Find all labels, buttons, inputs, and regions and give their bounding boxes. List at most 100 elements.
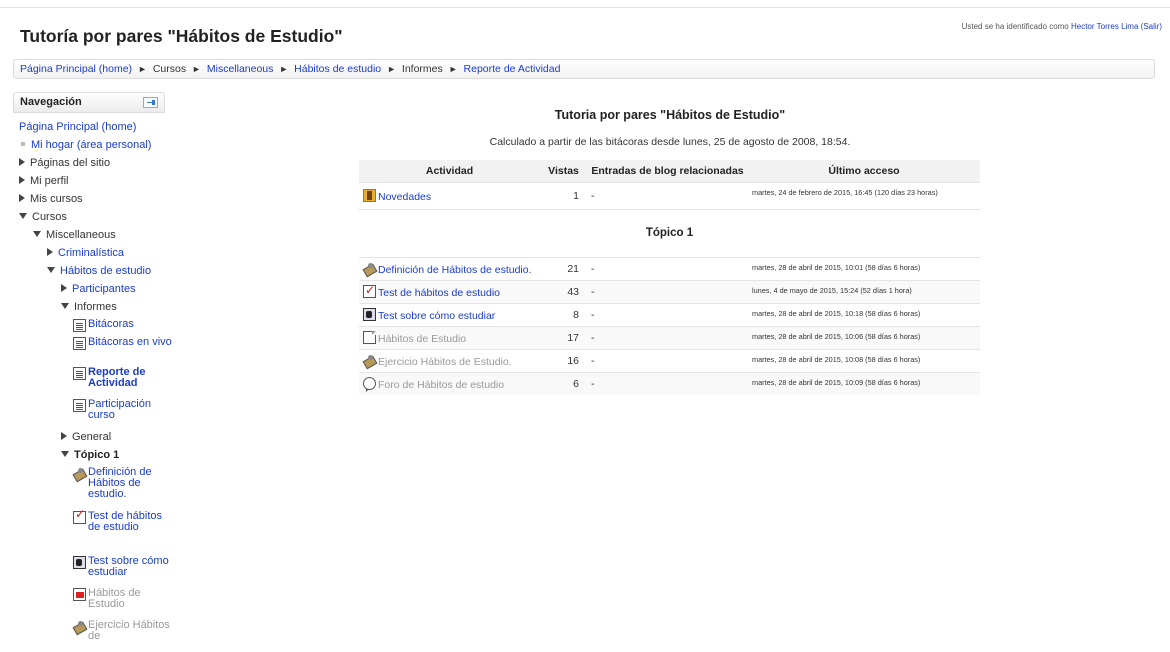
- nav-definicion[interactable]: Definición de Hábitos de estudio.: [73, 467, 173, 500]
- nav-my-courses[interactable]: Mis cursos: [19, 193, 83, 205]
- last-access-cell: martes, 28 de abril de 2015, 10:06 (58 d…: [748, 325, 980, 349]
- expand-right-icon: [61, 432, 67, 440]
- nav-my-home-label[interactable]: Mi hogar (área personal): [31, 139, 151, 151]
- assignment-icon: [73, 620, 86, 633]
- quiz-icon: [363, 283, 376, 298]
- nav-habitos-label[interactable]: Hábitos de estudio: [60, 265, 151, 277]
- nav-criminalistica-label[interactable]: Criminalística: [58, 247, 124, 259]
- activity-report-table: Actividad Vistas Entradas de blog relaci…: [359, 160, 980, 395]
- column-header-activity: Actividad: [359, 160, 540, 183]
- activity-link[interactable]: Definición de Hábitos de estudio.: [378, 264, 532, 276]
- nav-home-label[interactable]: Página Principal (home): [19, 121, 136, 133]
- nav-home[interactable]: Página Principal (home): [19, 121, 136, 133]
- nav-reporte-actividad-label[interactable]: Reporte de Actividad: [73, 367, 173, 389]
- site-title: Tutoría por pares "Hábitos de Estudio": [20, 26, 343, 46]
- user-name-link[interactable]: Hector Torres Lima: [1071, 22, 1138, 31]
- report-icon: [73, 319, 86, 332]
- nav-test-como[interactable]: Test sobre cómo estudiar: [73, 556, 173, 578]
- activity-cell: Foro de Hábitos de estudio: [359, 371, 540, 395]
- nav-participacion[interactable]: Participación curso: [73, 399, 173, 421]
- views-cell: 17: [540, 325, 587, 349]
- nav-miscellaneous[interactable]: Miscellaneous: [33, 229, 116, 241]
- activity-cell: Ejercicio Hábitos de Estudio.: [359, 348, 540, 372]
- dock-icon[interactable]: [143, 97, 158, 108]
- breadcrumb-cursos[interactable]: Cursos: [153, 63, 186, 75]
- blog-cell: -: [587, 325, 748, 349]
- breadcrumb-miscellaneous[interactable]: Miscellaneous: [207, 63, 274, 75]
- activity-link[interactable]: Novedades: [378, 191, 431, 203]
- expand-right-icon: [19, 158, 25, 166]
- report-icon: [73, 367, 86, 380]
- views-cell: 1: [540, 181, 587, 209]
- nav-my-profile-label: Mi perfil: [30, 175, 69, 187]
- breadcrumb-current[interactable]: Reporte de Actividad: [464, 63, 561, 75]
- nav-general-label: General: [72, 431, 112, 443]
- nav-reporte-actividad[interactable]: Reporte de Actividad: [73, 367, 173, 389]
- logout-link[interactable]: (Salir): [1141, 22, 1162, 31]
- activity-cell: Test de hábitos de estudio: [359, 279, 540, 303]
- activity-link[interactable]: Foro de Hábitos de estudio: [378, 379, 504, 391]
- blog-cell: -: [587, 181, 748, 209]
- last-access-cell: martes, 28 de abril de 2015, 10:08 (58 d…: [748, 348, 980, 372]
- navigation-block-header: Navegación: [13, 92, 165, 113]
- column-header-last-access: Último acceso: [748, 160, 980, 183]
- breadcrumb-course[interactable]: Hábitos de estudio: [294, 63, 381, 75]
- expand-down-icon: [61, 451, 69, 457]
- login-info: Usted se ha identificado como Hector Tor…: [962, 22, 1162, 31]
- breadcrumb-separator: ►: [279, 64, 289, 74]
- nav-test-habitos[interactable]: Test de hábitos de estudio: [73, 509, 173, 533]
- navigation-block: Navegación Página Principal (home) Mi ho…: [13, 92, 172, 652]
- views-cell: 16: [540, 348, 587, 372]
- expand-down-icon: [47, 267, 55, 273]
- blog-cell: -: [587, 279, 748, 303]
- expand-down-icon: [33, 231, 41, 237]
- nav-participantes[interactable]: Participantes: [61, 283, 136, 295]
- page-icon: [363, 330, 376, 344]
- nav-participantes-label[interactable]: Participantes: [72, 283, 136, 295]
- report-icon: [73, 337, 86, 350]
- last-access-cell: martes, 28 de abril de 2015, 10:18 (58 d…: [748, 302, 980, 326]
- views-cell: 21: [540, 256, 587, 280]
- breadcrumb-home[interactable]: Página Principal (home): [20, 63, 132, 75]
- nav-habitos-estudio[interactable]: Hábitos de Estudio: [73, 588, 173, 610]
- nav-courses[interactable]: Cursos: [19, 211, 67, 223]
- activity-link[interactable]: Ejercicio Hábitos de Estudio.: [378, 356, 512, 368]
- assignment-icon: [363, 262, 376, 275]
- activity-link[interactable]: Hábitos de Estudio: [378, 333, 466, 345]
- nav-my-home[interactable]: Mi hogar (área personal): [19, 139, 151, 151]
- nav-ejercicio-label[interactable]: Ejercicio Hábitos de: [73, 620, 173, 642]
- forum-icon: [363, 376, 376, 392]
- breadcrumb: Página Principal (home) ► Cursos ► Misce…: [13, 59, 1155, 79]
- breadcrumb-informes[interactable]: Informes: [402, 63, 443, 75]
- nav-criminalistica[interactable]: Criminalística: [47, 247, 124, 259]
- section-heading: Tópico 1: [359, 208, 980, 257]
- nav-topico-label: Tópico 1: [74, 449, 120, 461]
- nav-informes[interactable]: Informes: [61, 301, 117, 313]
- nav-test-habitos-label[interactable]: Test de hábitos de estudio: [73, 511, 173, 533]
- breadcrumb-separator: ►: [192, 64, 201, 74]
- nav-participacion-label[interactable]: Participación curso: [73, 399, 173, 421]
- nav-bitacoras[interactable]: Bitácoras: [73, 319, 173, 332]
- nav-site-pages[interactable]: Páginas del sitio: [19, 157, 110, 169]
- top-border: [0, 0, 1170, 8]
- activity-link[interactable]: Test de hábitos de estudio: [378, 287, 500, 299]
- nav-miscellaneous-label: Miscellaneous: [46, 229, 116, 241]
- table-row: Definición de Hábitos de estudio. 21 - m…: [359, 256, 980, 280]
- nav-my-profile[interactable]: Mi perfil: [19, 175, 69, 187]
- breadcrumb-separator: ►: [137, 64, 147, 74]
- nav-ejercicio[interactable]: Ejercicio Hábitos de: [73, 620, 173, 642]
- nav-test-como-label[interactable]: Test sobre cómo estudiar: [73, 556, 173, 578]
- nav-bitacoras-vivo-label[interactable]: Bitácoras en vivo: [73, 337, 173, 348]
- nav-general[interactable]: General: [61, 431, 111, 443]
- nav-definicion-label[interactable]: Definición de Hábitos de estudio.: [73, 467, 173, 500]
- nav-bitacoras-vivo[interactable]: Bitácoras en vivo: [73, 337, 173, 350]
- table-row: Novedades 1 - martes, 24 de febrero de 2…: [359, 181, 980, 209]
- activity-link[interactable]: Test sobre cómo estudiar: [378, 310, 495, 322]
- nav-habitos[interactable]: Hábitos de estudio: [47, 265, 151, 277]
- views-cell: 43: [540, 279, 587, 303]
- blog-cell: -: [587, 348, 748, 372]
- nav-bitacoras-label[interactable]: Bitácoras: [73, 319, 173, 330]
- nav-habitos-estudio-label[interactable]: Hábitos de Estudio: [73, 588, 173, 610]
- last-access-cell: martes, 28 de abril de 2015, 10:01 (58 d…: [748, 256, 980, 280]
- nav-topico[interactable]: Tópico 1: [61, 449, 119, 461]
